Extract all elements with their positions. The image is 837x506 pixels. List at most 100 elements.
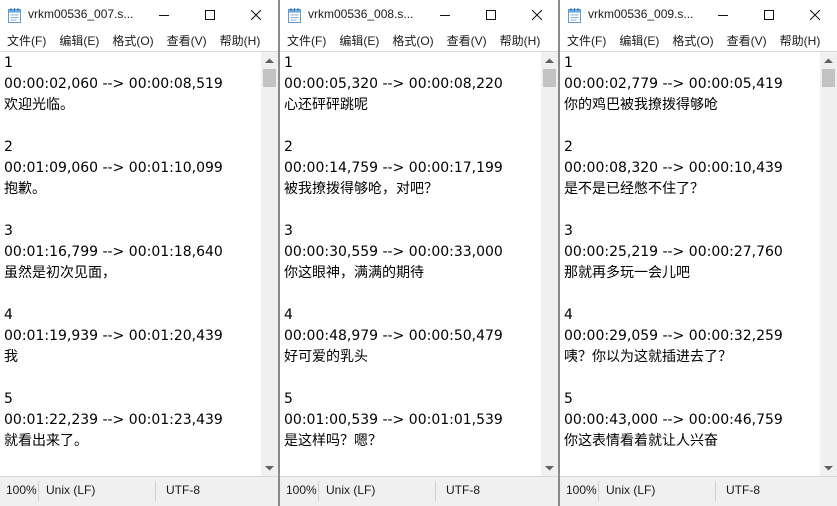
menu-edit[interactable]: 编辑(E)	[52, 32, 105, 49]
menu-file[interactable]: 文件(F)	[560, 32, 612, 49]
text-line: 欢迎光临。	[4, 97, 74, 113]
maximize-button[interactable]	[187, 0, 233, 30]
text-editor[interactable]: 1 00:00:05,320 --> 00:00:08,220 心还砰砰跳呢 2 00:…	[280, 51, 558, 476]
encoding: UTF-8	[726, 483, 760, 497]
text-line	[4, 452, 260, 473]
status-bar: 100% Unix (LF) UTF-8	[0, 476, 278, 506]
text-content[interactable]: 1 00:00:02,060 --> 00:00:08,519 欢迎光临。 2 00:0…	[4, 53, 260, 476]
title-bar[interactable]: vrkm00536_009.s...	[560, 0, 837, 30]
text-content[interactable]: 1 00:00:02,779 --> 00:00:05,419 你的鸡巴被我撩拨得够…	[564, 53, 819, 476]
close-button[interactable]	[514, 0, 558, 30]
close-icon	[532, 10, 542, 20]
minimize-icon	[440, 10, 450, 20]
notepad-icon	[8, 8, 21, 23]
text-line: 00:00:02,779 --> 00:00:05,419	[564, 76, 783, 92]
notepad-window-009[interactable]: vrkm00536_009.s... 文件(F) 编辑(E) 格式(O) 查看(V) 帮助…	[559, 0, 837, 506]
menu-format[interactable]: 格式(O)	[665, 32, 719, 49]
scrollbar-thumb[interactable]	[263, 69, 276, 87]
scrollbar-thumb[interactable]	[822, 69, 835, 87]
text-line: 00:00:30,559 --> 00:00:33,000	[284, 244, 503, 260]
text-line: 00:01:19,939 --> 00:01:20,439	[4, 328, 223, 344]
maximize-icon	[205, 10, 215, 20]
title-bar[interactable]: vrkm00536_008.s...	[280, 0, 558, 30]
window-title: vrkm00536_009.s...	[588, 7, 694, 21]
text-line: 00:00:05,320 --> 00:00:08,220	[284, 76, 503, 92]
close-icon	[251, 10, 261, 20]
vertical-scrollbar[interactable]	[541, 52, 558, 476]
text-line: 00:00:14,759 --> 00:00:17,199	[284, 160, 503, 176]
text-line: 你这表情看着就让人兴奋	[564, 433, 718, 449]
text-line: 虽然是初次见面，	[4, 265, 116, 281]
menu-bar: 文件(F) 编辑(E) 格式(O) 查看(V) 帮助(H)	[0, 30, 278, 51]
text-line: 2	[284, 139, 293, 155]
menu-format[interactable]: 格式(O)	[385, 32, 439, 49]
text-editor[interactable]: 1 00:00:02,060 --> 00:00:08,519 欢迎光临。 2 00:0…	[0, 51, 278, 476]
status-separator	[598, 481, 599, 501]
scroll-up-arrow-icon[interactable]	[261, 52, 278, 69]
text-line: 1	[564, 55, 573, 71]
menu-view[interactable]: 查看(V)	[440, 32, 493, 49]
status-bar: 100% Unix (LF) UTF-8	[280, 476, 558, 506]
maximize-button[interactable]	[746, 0, 792, 30]
vertical-scrollbar[interactable]	[261, 52, 278, 476]
notepad-window-007[interactable]: vrkm00536_007.s... 文件(F) 编辑(E) 格式(O) 查看(V) 帮助…	[0, 0, 279, 506]
vertical-scrollbar[interactable]	[820, 52, 837, 476]
notepad-window-008[interactable]: vrkm00536_008.s... 文件(F) 编辑(E) 格式(O) 查看(V) 帮助…	[279, 0, 559, 506]
maximize-button[interactable]	[468, 0, 514, 30]
text-line: 2	[4, 139, 13, 155]
encoding: UTF-8	[446, 483, 480, 497]
text-line: 4	[564, 307, 573, 323]
scroll-up-arrow-icon[interactable]	[541, 52, 558, 69]
menu-view[interactable]: 查看(V)	[160, 32, 213, 49]
text-line	[564, 452, 819, 473]
text-line	[284, 368, 540, 389]
menu-edit[interactable]: 编辑(E)	[332, 32, 385, 49]
scroll-down-arrow-icon[interactable]	[261, 459, 278, 476]
menu-help[interactable]: 帮助(H)	[213, 32, 267, 49]
text-line: 咦？你以为这就插进去了？	[564, 349, 732, 365]
scroll-down-arrow-icon[interactable]	[541, 459, 558, 476]
menu-edit[interactable]: 编辑(E)	[612, 32, 665, 49]
text-line: 是这样吗？嗯？	[284, 433, 382, 449]
menu-bar: 文件(F) 编辑(E) 格式(O) 查看(V) 帮助(H)	[280, 30, 558, 51]
menu-format[interactable]: 格式(O)	[105, 32, 159, 49]
menu-file[interactable]: 文件(F)	[0, 32, 52, 49]
text-line	[4, 116, 260, 137]
text-content[interactable]: 1 00:00:05,320 --> 00:00:08,220 心还砰砰跳呢 2 00:…	[284, 53, 540, 476]
text-line	[4, 284, 260, 305]
text-line	[564, 284, 819, 305]
minimize-button[interactable]	[700, 0, 746, 30]
status-separator	[38, 481, 39, 501]
title-bar[interactable]: vrkm00536_007.s...	[0, 0, 278, 30]
status-separator	[155, 481, 156, 501]
minimize-button[interactable]	[422, 0, 468, 30]
close-button[interactable]	[792, 0, 837, 30]
text-line	[564, 200, 819, 221]
text-line: 1	[4, 55, 13, 71]
status-bar: 100% Unix (LF) UTF-8	[560, 476, 837, 506]
menu-file[interactable]: 文件(F)	[280, 32, 332, 49]
text-line: 00:01:16,799 --> 00:01:18,640	[4, 244, 223, 260]
scroll-down-arrow-icon[interactable]	[820, 459, 837, 476]
menu-view[interactable]: 查看(V)	[720, 32, 773, 49]
minimize-icon	[159, 10, 169, 20]
menu-bar: 文件(F) 编辑(E) 格式(O) 查看(V) 帮助(H)	[560, 30, 837, 51]
text-line: 被我撩拨得够呛，对吧？	[284, 181, 438, 197]
text-line: 你这眼神，满满的期待	[284, 265, 424, 281]
text-line	[564, 368, 819, 389]
scroll-up-arrow-icon[interactable]	[820, 52, 837, 69]
notepad-icon	[288, 8, 301, 23]
text-line: 那就再多玩一会儿吧	[564, 265, 690, 281]
menu-help[interactable]: 帮助(H)	[493, 32, 547, 49]
line-ending: Unix (LF)	[46, 483, 96, 497]
text-editor[interactable]: 1 00:00:02,779 --> 00:00:05,419 你的鸡巴被我撩拨得够…	[560, 51, 837, 476]
text-line: 是不是已经憋不住了？	[564, 181, 704, 197]
minimize-button[interactable]	[141, 0, 187, 30]
scrollbar-thumb[interactable]	[543, 69, 556, 87]
close-button[interactable]	[233, 0, 278, 30]
zoom-level: 100%	[286, 483, 317, 497]
text-line: 00:00:02,060 --> 00:00:08,519	[4, 76, 223, 92]
text-line: 4	[284, 307, 293, 323]
text-line: 你的鸡巴被我撩拨得够呛	[564, 97, 718, 113]
menu-help[interactable]: 帮助(H)	[773, 32, 827, 49]
